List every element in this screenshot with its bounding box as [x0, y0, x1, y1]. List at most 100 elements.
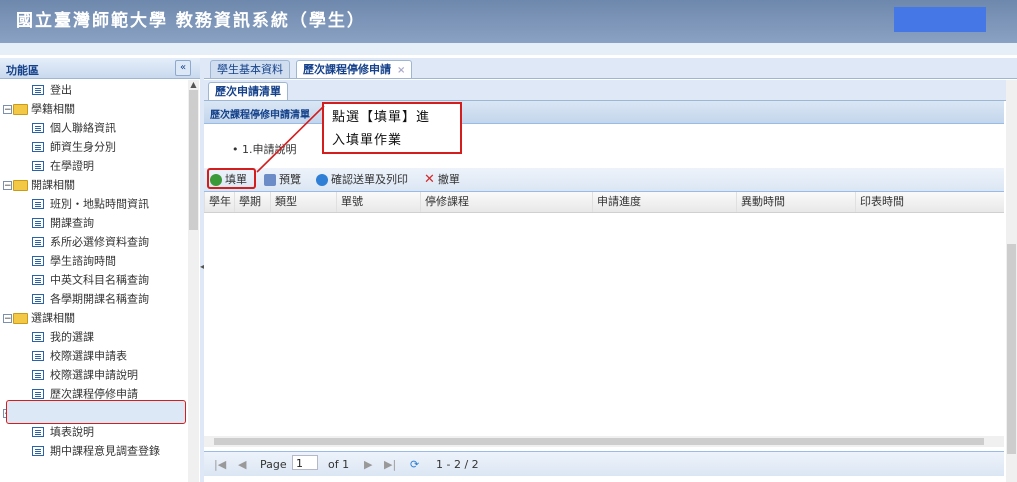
document-icon: [32, 389, 44, 399]
callout-line-2: 入填單作業: [332, 133, 403, 148]
sub-tabstrip: 歷次申請清單: [204, 80, 1017, 101]
tree-item[interactable]: 系所必選修資料查詢: [0, 232, 186, 251]
tree-label: 各學期開課名稱查詢: [50, 292, 149, 306]
tree-item[interactable]: 各學期開課名稱查詢: [0, 289, 186, 308]
tree-label: 開課查詢: [50, 216, 94, 230]
main-tabstrip: 學生基本資料 歷次課程停修申請 ×: [204, 58, 1017, 79]
column-header[interactable]: 類型: [270, 192, 336, 212]
list-toolbar: 填單 預覽 確認送單及列印 ✕ 撤單: [204, 168, 1004, 192]
description-text: 1.申請說明: [242, 143, 297, 156]
description-item[interactable]: • 1.申請說明: [232, 141, 297, 157]
tree-label: 個人聯絡資訊: [50, 121, 116, 135]
scroll-up-icon[interactable]: ▲: [188, 80, 199, 90]
tree-item[interactable]: 個人聯絡資訊: [0, 118, 186, 137]
tree-scroll-thumb[interactable]: [189, 90, 198, 230]
instruction-callout: 點選【填單】進 入填單作業: [322, 102, 462, 154]
tab-course-withdrawal[interactable]: 歷次課程停修申請 ×: [296, 60, 413, 78]
tree-label: 校際選課申請表: [50, 349, 127, 363]
tree-label: 系所必選修資料查詢: [50, 235, 149, 249]
tree-scrollbar[interactable]: ▲: [188, 80, 199, 482]
tab-label: 歷次課程停修申請: [303, 63, 391, 76]
tree-folder[interactable]: − 開課相關: [0, 175, 186, 194]
tree-item[interactable]: 學生諮詢時間: [0, 251, 186, 270]
folder-icon: [13, 103, 28, 115]
fill-button-highlight: [207, 168, 256, 189]
column-header[interactable]: 單號: [336, 192, 420, 212]
last-page-icon[interactable]: ▶|: [384, 458, 396, 471]
document-icon: [32, 351, 44, 361]
column-header[interactable]: 印表時間: [855, 192, 1004, 212]
document-icon: [32, 370, 44, 380]
column-header[interactable]: 停修課程: [420, 192, 592, 212]
document-icon: [32, 161, 44, 171]
page-number-input[interactable]: 1: [292, 455, 318, 470]
folder-icon: [13, 312, 28, 324]
content-scroll-thumb[interactable]: [1007, 244, 1016, 454]
delete-icon: ✕: [424, 172, 435, 187]
tree-folder[interactable]: − 選課相關: [0, 308, 186, 327]
subtab-application-list[interactable]: 歷次申請清單: [208, 82, 288, 100]
grid-hscroll-thumb[interactable]: [214, 438, 984, 445]
content-scrollbar[interactable]: [1006, 80, 1017, 482]
document-icon: [32, 446, 44, 456]
confirm-print-label: 確認送單及列印: [331, 173, 408, 186]
tree-item[interactable]: 校際選課申請表: [0, 346, 186, 365]
tree-label: 填表說明: [50, 425, 94, 439]
selected-item-highlight: [6, 400, 186, 424]
callout-line-1: 點選【填單】進: [332, 110, 431, 125]
refresh-icon[interactable]: ⟳: [410, 458, 419, 471]
tree-item[interactable]: 期中課程意見調查登錄: [0, 441, 186, 460]
column-header[interactable]: 異動時間: [736, 192, 855, 212]
column-header[interactable]: 申請進度: [592, 192, 736, 212]
list-panel-title: 歷次課程停修申請清單: [210, 110, 310, 121]
document-icon: [32, 294, 44, 304]
tree-label: 班別・地點時間資訊: [50, 197, 149, 211]
tree-item[interactable]: 我的選課: [0, 327, 186, 346]
next-page-icon[interactable]: ▶: [364, 458, 372, 471]
column-header[interactable]: 學期: [234, 192, 270, 212]
tree-item[interactable]: 填表說明: [0, 422, 186, 441]
tree-folder[interactable]: − 學籍相關: [0, 99, 186, 118]
confirm-print-button[interactable]: 確認送單及列印: [316, 171, 408, 188]
function-panel-title: 功能區: [6, 64, 39, 77]
tree-item[interactable]: 班別・地點時間資訊: [0, 194, 186, 213]
collapse-node-icon[interactable]: −: [3, 104, 12, 114]
document-icon: [264, 174, 276, 186]
tree-label: 學生諮詢時間: [50, 254, 116, 268]
document-icon: [32, 237, 44, 247]
tree-item[interactable]: 校際選課申請說明: [0, 365, 186, 384]
grid-hscrollbar[interactable]: [204, 436, 1004, 447]
tree-label: 中英文科目名稱查詢: [50, 273, 149, 287]
collapse-panel-icon[interactable]: «: [175, 60, 191, 76]
tree-item[interactable]: 登出: [0, 80, 186, 99]
collapse-node-icon[interactable]: −: [3, 313, 12, 323]
prev-page-icon[interactable]: ◀: [238, 458, 246, 471]
tree-label: 我的選課: [50, 330, 94, 344]
tree-label: 登出: [50, 83, 72, 97]
tab-close-icon[interactable]: ×: [397, 65, 405, 76]
document-icon: [32, 142, 44, 152]
grid-header: 學年 學期 類型 單號 停修課程 申請進度 異動時間 印表時間: [204, 192, 1004, 213]
tab-label: 學生基本資料: [217, 63, 283, 76]
first-page-icon[interactable]: |◀: [214, 458, 226, 471]
tree-label: 選課相關: [31, 311, 75, 325]
collapse-node-icon[interactable]: −: [3, 180, 12, 190]
document-icon: [32, 123, 44, 133]
tab-student-basic-info[interactable]: 學生基本資料: [210, 60, 290, 78]
tree-item[interactable]: 在學證明: [0, 156, 186, 175]
column-header[interactable]: 學年: [204, 192, 234, 212]
tree-label: 歷次課程停修申請: [50, 387, 138, 401]
preview-button[interactable]: 預覽: [264, 171, 301, 188]
document-icon: [32, 427, 44, 437]
tree-item[interactable]: 中英文科目名稱查詢: [0, 270, 186, 289]
tree-item[interactable]: 開課查詢: [0, 213, 186, 232]
send-icon: [316, 174, 328, 186]
header-subbar: [0, 43, 1017, 55]
document-icon: [32, 256, 44, 266]
tree-item[interactable]: 師資生身分別: [0, 137, 186, 156]
header-user-box[interactable]: [894, 7, 986, 32]
record-range: 1 - 2 / 2: [436, 458, 479, 471]
preview-label: 預覽: [279, 173, 301, 186]
document-icon: [32, 332, 44, 342]
revoke-button[interactable]: ✕ 撤單: [424, 171, 460, 188]
